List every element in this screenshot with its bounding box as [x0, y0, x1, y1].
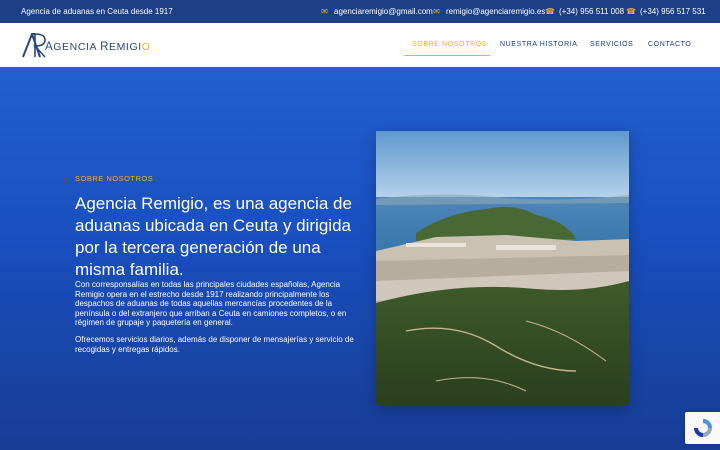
- email-1-text: agenciaremigio@gmail.com: [334, 7, 433, 16]
- phone-icon: ☎: [626, 6, 636, 16]
- phone-link-1[interactable]: ☎ (+34) 956 511 008: [545, 7, 624, 16]
- phone-link-2[interactable]: ☎ (+34) 956 517 531: [626, 7, 706, 16]
- nav-nuestra-historia[interactable]: NUESTRA HISTORIA: [500, 41, 578, 48]
- section-eyebrow: SOBRE NOSOTROS: [75, 174, 154, 183]
- nav-active-underline: [404, 55, 490, 56]
- phone-icon: ☎: [545, 6, 555, 16]
- envelope-icon: ✉: [321, 6, 328, 16]
- nav-sobre-nosotros[interactable]: SOBRE NOSOTROS: [412, 41, 487, 48]
- nav-contacto[interactable]: CONTACTO: [648, 41, 691, 48]
- phone-1-text: (+34) 956 511 008: [559, 7, 625, 16]
- site-header: AGENCIA REMIGIO SOBRE NOSOTROS NUESTRA H…: [0, 23, 720, 67]
- envelope-icon: ✉: [433, 6, 440, 16]
- ceuta-aerial-photo: [376, 131, 629, 405]
- top-bar: Agencia de aduanas en Ceuta desde 1917 ✉…: [0, 0, 720, 23]
- email-link-1[interactable]: ✉ agenciaremigio@gmail.com: [320, 7, 433, 16]
- email-2-text: remigio@agenciaremigio.es: [446, 7, 546, 16]
- about-paragraph-2: Ofrecemos servicios diarios, además de d…: [75, 335, 354, 354]
- recaptcha-badge[interactable]: [685, 412, 720, 444]
- about-section: SOBRE NOSOTROS Agencia Remigio, es una a…: [0, 67, 720, 450]
- site-logo[interactable]: AGENCIA REMIGIO: [21, 32, 151, 58]
- recaptcha-icon: [693, 419, 712, 437]
- about-paragraph-1: Con corresponsalías en todas las princip…: [75, 280, 347, 328]
- email-link-2[interactable]: ✉ remigio@agenciaremigio.es: [432, 7, 545, 16]
- nav-servicios[interactable]: SERVICIOS: [590, 41, 633, 48]
- tagline: Agencia de aduanas en Ceuta desde 1917: [21, 7, 173, 16]
- section-headline: Agencia Remigio, es una agencia de aduan…: [75, 194, 352, 279]
- logo-wordmark: AGENCIA REMIGIO: [45, 41, 151, 53]
- phone-2-text: (+34) 956 517 531: [640, 7, 706, 16]
